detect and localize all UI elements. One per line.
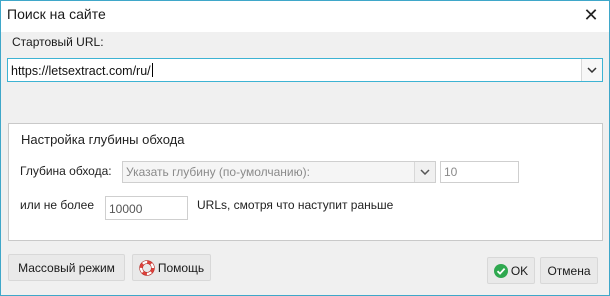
limit-suffix-label: URLs, смотря что наступит раньше bbox=[197, 198, 394, 212]
cancel-label: Отмена bbox=[547, 263, 591, 278]
url-limit-value: 10000 bbox=[109, 202, 143, 216]
title-bar: Поиск на сайте ✕ bbox=[1, 1, 609, 32]
check-icon bbox=[493, 263, 508, 278]
depth-label: Глубина обхода: bbox=[20, 164, 112, 178]
help-label: Помощь bbox=[157, 260, 205, 275]
bulk-mode-label: Массовый режим bbox=[18, 260, 115, 275]
url-limit-input[interactable]: 10000 bbox=[105, 196, 188, 220]
ok-button[interactable]: OK bbox=[487, 257, 535, 284]
cancel-button[interactable]: Отмена bbox=[540, 257, 598, 284]
start-url-combobox[interactable]: https://letsextract.com/ru/ bbox=[7, 58, 603, 82]
chevron-down-icon bbox=[587, 67, 597, 73]
text-caret bbox=[151, 63, 153, 77]
depth-dropdown-button[interactable] bbox=[414, 162, 435, 182]
chevron-down-icon bbox=[420, 169, 430, 175]
depth-value: 10 bbox=[444, 165, 458, 179]
depth-settings-group: Настройка глубины обхода Глубина обхода:… bbox=[8, 123, 603, 241]
dialog-body: Стартовый URL: https://letsextract.com/r… bbox=[1, 32, 609, 295]
depth-value-input[interactable]: 10 bbox=[440, 161, 519, 183]
depth-mode-select[interactable]: Указать глубину (по-умолчанию): bbox=[122, 161, 436, 183]
depth-mode-value: Указать глубину (по-умолчанию): bbox=[126, 165, 310, 179]
start-url-input[interactable]: https://letsextract.com/ru/ bbox=[11, 63, 153, 78]
help-button[interactable]: Помощь bbox=[132, 254, 211, 281]
window-title: Поиск на сайте bbox=[7, 6, 106, 22]
lifebuoy-icon bbox=[139, 259, 155, 276]
start-url-label: Стартовый URL: bbox=[12, 35, 104, 49]
limit-label: или не более bbox=[20, 198, 95, 212]
close-icon[interactable]: ✕ bbox=[581, 4, 601, 26]
url-dropdown-button[interactable] bbox=[581, 59, 602, 81]
start-url-value: https://letsextract.com/ru/ bbox=[11, 64, 151, 78]
group-title: Настройка глубины обхода bbox=[21, 132, 185, 147]
bulk-mode-button[interactable]: Массовый режим bbox=[8, 254, 125, 281]
ok-label: OK bbox=[510, 263, 529, 278]
search-site-dialog: Поиск на сайте ✕ Стартовый URL: https://… bbox=[0, 0, 610, 296]
